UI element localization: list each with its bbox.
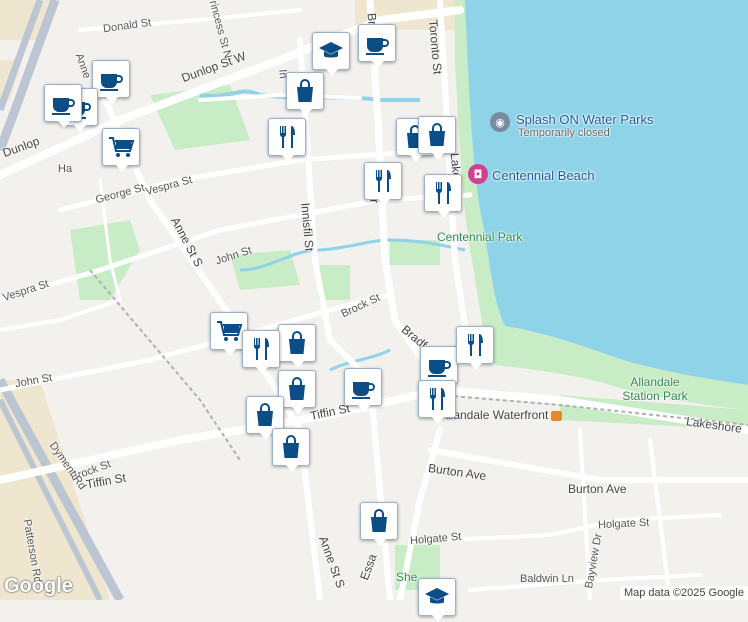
school-marker[interactable] [418, 578, 456, 622]
cafe-marker[interactable] [344, 368, 382, 412]
shopping-marker[interactable] [418, 116, 456, 160]
beach-camera-icon[interactable]: ◘ [468, 164, 488, 184]
fork-knife-icon [247, 335, 275, 363]
fork-knife-icon [423, 385, 451, 413]
graduation-cap-icon [423, 583, 451, 611]
fork-knife-icon [461, 331, 489, 359]
coffee-cup-icon [97, 65, 125, 93]
shopping-marker[interactable] [360, 502, 398, 546]
restaurant-marker[interactable] [268, 118, 306, 162]
shopping-marker[interactable] [272, 428, 310, 472]
graduation-cap-icon [317, 37, 345, 65]
shopping-bag-icon [283, 375, 311, 403]
shopping-cart-icon [215, 317, 243, 345]
grocery-marker[interactable] [102, 128, 140, 172]
restaurant-marker[interactable] [424, 174, 462, 218]
shopping-bag-icon [283, 329, 311, 357]
shopping-bag-icon [277, 433, 305, 461]
fork-knife-icon [429, 179, 457, 207]
cafe-marker[interactable] [358, 24, 396, 68]
shopping-bag-icon [251, 401, 279, 429]
google-logo: Google [4, 575, 73, 597]
shopping-bag-icon [291, 77, 319, 105]
shopping-bag-icon [423, 121, 451, 149]
fork-knife-icon [369, 167, 397, 195]
coffee-cup-icon [349, 373, 377, 401]
school-marker[interactable] [312, 32, 350, 76]
map-attribution[interactable]: Map data ©2025 Google [619, 586, 748, 600]
restaurant-marker[interactable] [242, 330, 280, 374]
restaurant-marker[interactable] [364, 162, 402, 206]
restaurant-marker[interactable] [456, 326, 494, 370]
fork-knife-icon [273, 123, 301, 151]
restaurant-marker[interactable] [418, 380, 456, 424]
coffee-cup-icon [49, 89, 77, 117]
coffee-cup-icon [363, 29, 391, 57]
water-park-icon[interactable]: ◉ [490, 112, 510, 132]
coffee-cup-icon [425, 351, 453, 379]
shopping-marker[interactable] [278, 324, 316, 368]
shopping-marker[interactable] [286, 72, 324, 116]
cafe-marker[interactable] [420, 346, 458, 390]
shopping-bag-icon [365, 507, 393, 535]
cafe-marker[interactable] [44, 84, 82, 128]
shopping-cart-icon [107, 133, 135, 161]
